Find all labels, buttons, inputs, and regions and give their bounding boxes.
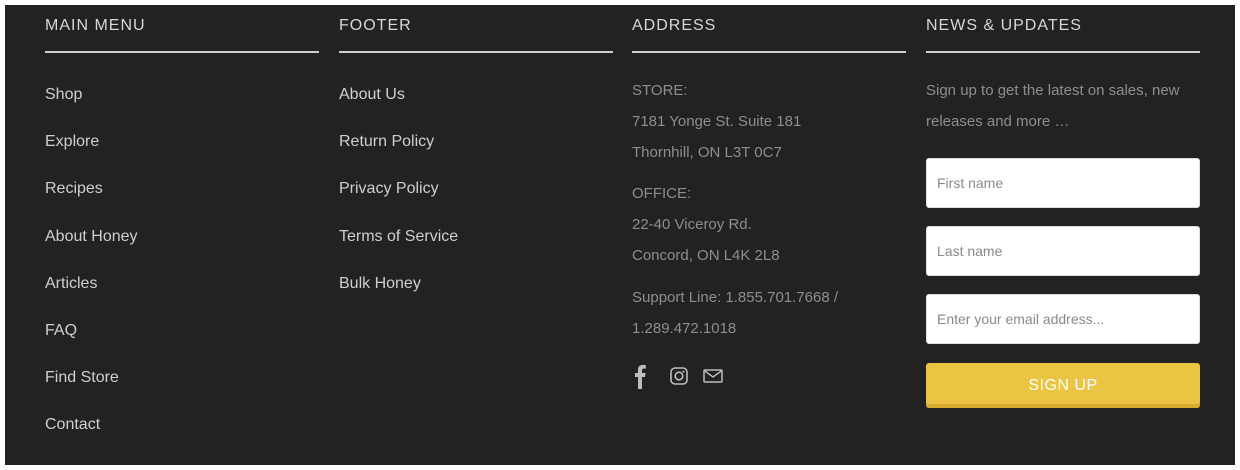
store-line-2: Thornhill, ON L3T 0C7 <box>632 144 782 161</box>
main-menu-divider <box>45 51 319 53</box>
list-item: FAQ <box>45 319 138 366</box>
footer-menu-list: About Us Return Policy Privacy Policy Te… <box>339 83 458 319</box>
store-heading: STORE: <box>632 82 688 99</box>
footer-menu-title: FOOTER <box>339 17 412 34</box>
address-title: ADDRESS <box>632 17 717 34</box>
main-menu-link-articles[interactable]: Articles <box>45 275 97 292</box>
list-item: Articles <box>45 272 138 319</box>
newsletter-description: Sign up to get the latest on sales, new … <box>926 82 1180 130</box>
main-menu-link-shop[interactable]: Shop <box>45 86 82 103</box>
main-menu-link-recipes[interactable]: Recipes <box>45 180 103 197</box>
main-menu-link-about-honey[interactable]: About Honey <box>45 228 138 245</box>
main-menu-link-explore[interactable]: Explore <box>45 133 99 150</box>
social-links <box>634 363 736 389</box>
first-name-field[interactable] <box>926 158 1200 208</box>
email-icon[interactable] <box>702 363 724 389</box>
list-item: Terms of Service <box>339 225 458 272</box>
main-menu-link-find-store[interactable]: Find Store <box>45 369 119 386</box>
footer-link-about-us[interactable]: About Us <box>339 86 405 103</box>
main-menu-list: Shop Explore Recipes About Honey Article… <box>45 83 138 461</box>
list-item: Find Store <box>45 366 138 413</box>
footer-link-return-policy[interactable]: Return Policy <box>339 133 434 150</box>
address-divider <box>632 51 906 53</box>
list-item: Explore <box>45 130 138 177</box>
list-item: About Honey <box>45 225 138 272</box>
office-heading: OFFICE: <box>632 185 692 202</box>
footer-menu-divider <box>339 51 613 53</box>
office-line-1: 22-40 Viceroy Rd. <box>632 216 752 233</box>
footer-link-terms-of-service[interactable]: Terms of Service <box>339 228 458 245</box>
footer-link-bulk-honey[interactable]: Bulk Honey <box>339 275 421 292</box>
footer-link-privacy-policy[interactable]: Privacy Policy <box>339 180 439 197</box>
list-item: About Us <box>339 83 458 130</box>
list-item: Shop <box>45 83 138 130</box>
main-menu-link-faq[interactable]: FAQ <box>45 322 77 339</box>
list-item: Contact <box>45 413 138 460</box>
store-line-1: 7181 Yonge St. Suite 181 <box>632 113 802 130</box>
instagram-icon[interactable] <box>668 363 690 389</box>
facebook-icon[interactable] <box>634 363 656 389</box>
email-field[interactable] <box>926 294 1200 344</box>
office-line-2: Concord, ON L4K 2L8 <box>632 247 780 264</box>
list-item: Privacy Policy <box>339 177 458 224</box>
support-line-1: Support Line: 1.855.701.7668 / <box>632 289 839 306</box>
list-item: Recipes <box>45 177 138 224</box>
site-footer: MAIN MENU Shop Explore Recipes About Hon… <box>5 5 1235 465</box>
newsletter-title: NEWS & UPDATES <box>926 17 1082 34</box>
main-menu-link-contact[interactable]: Contact <box>45 416 100 433</box>
office-address: OFFICE: 22-40 Viceroy Rd. Concord, ON L4… <box>632 178 780 271</box>
sign-up-button[interactable]: SIGN UP <box>926 363 1200 408</box>
list-item: Return Policy <box>339 130 458 177</box>
last-name-field[interactable] <box>926 226 1200 276</box>
newsletter-divider <box>926 51 1200 53</box>
main-menu-title: MAIN MENU <box>45 17 146 34</box>
support-line: Support Line: 1.855.701.7668 / 1.289.472… <box>632 282 838 344</box>
list-item: Bulk Honey <box>339 272 458 319</box>
support-line-2: 1.289.472.1018 <box>632 320 737 337</box>
store-address: STORE: 7181 Yonge St. Suite 181 Thornhil… <box>632 75 801 168</box>
